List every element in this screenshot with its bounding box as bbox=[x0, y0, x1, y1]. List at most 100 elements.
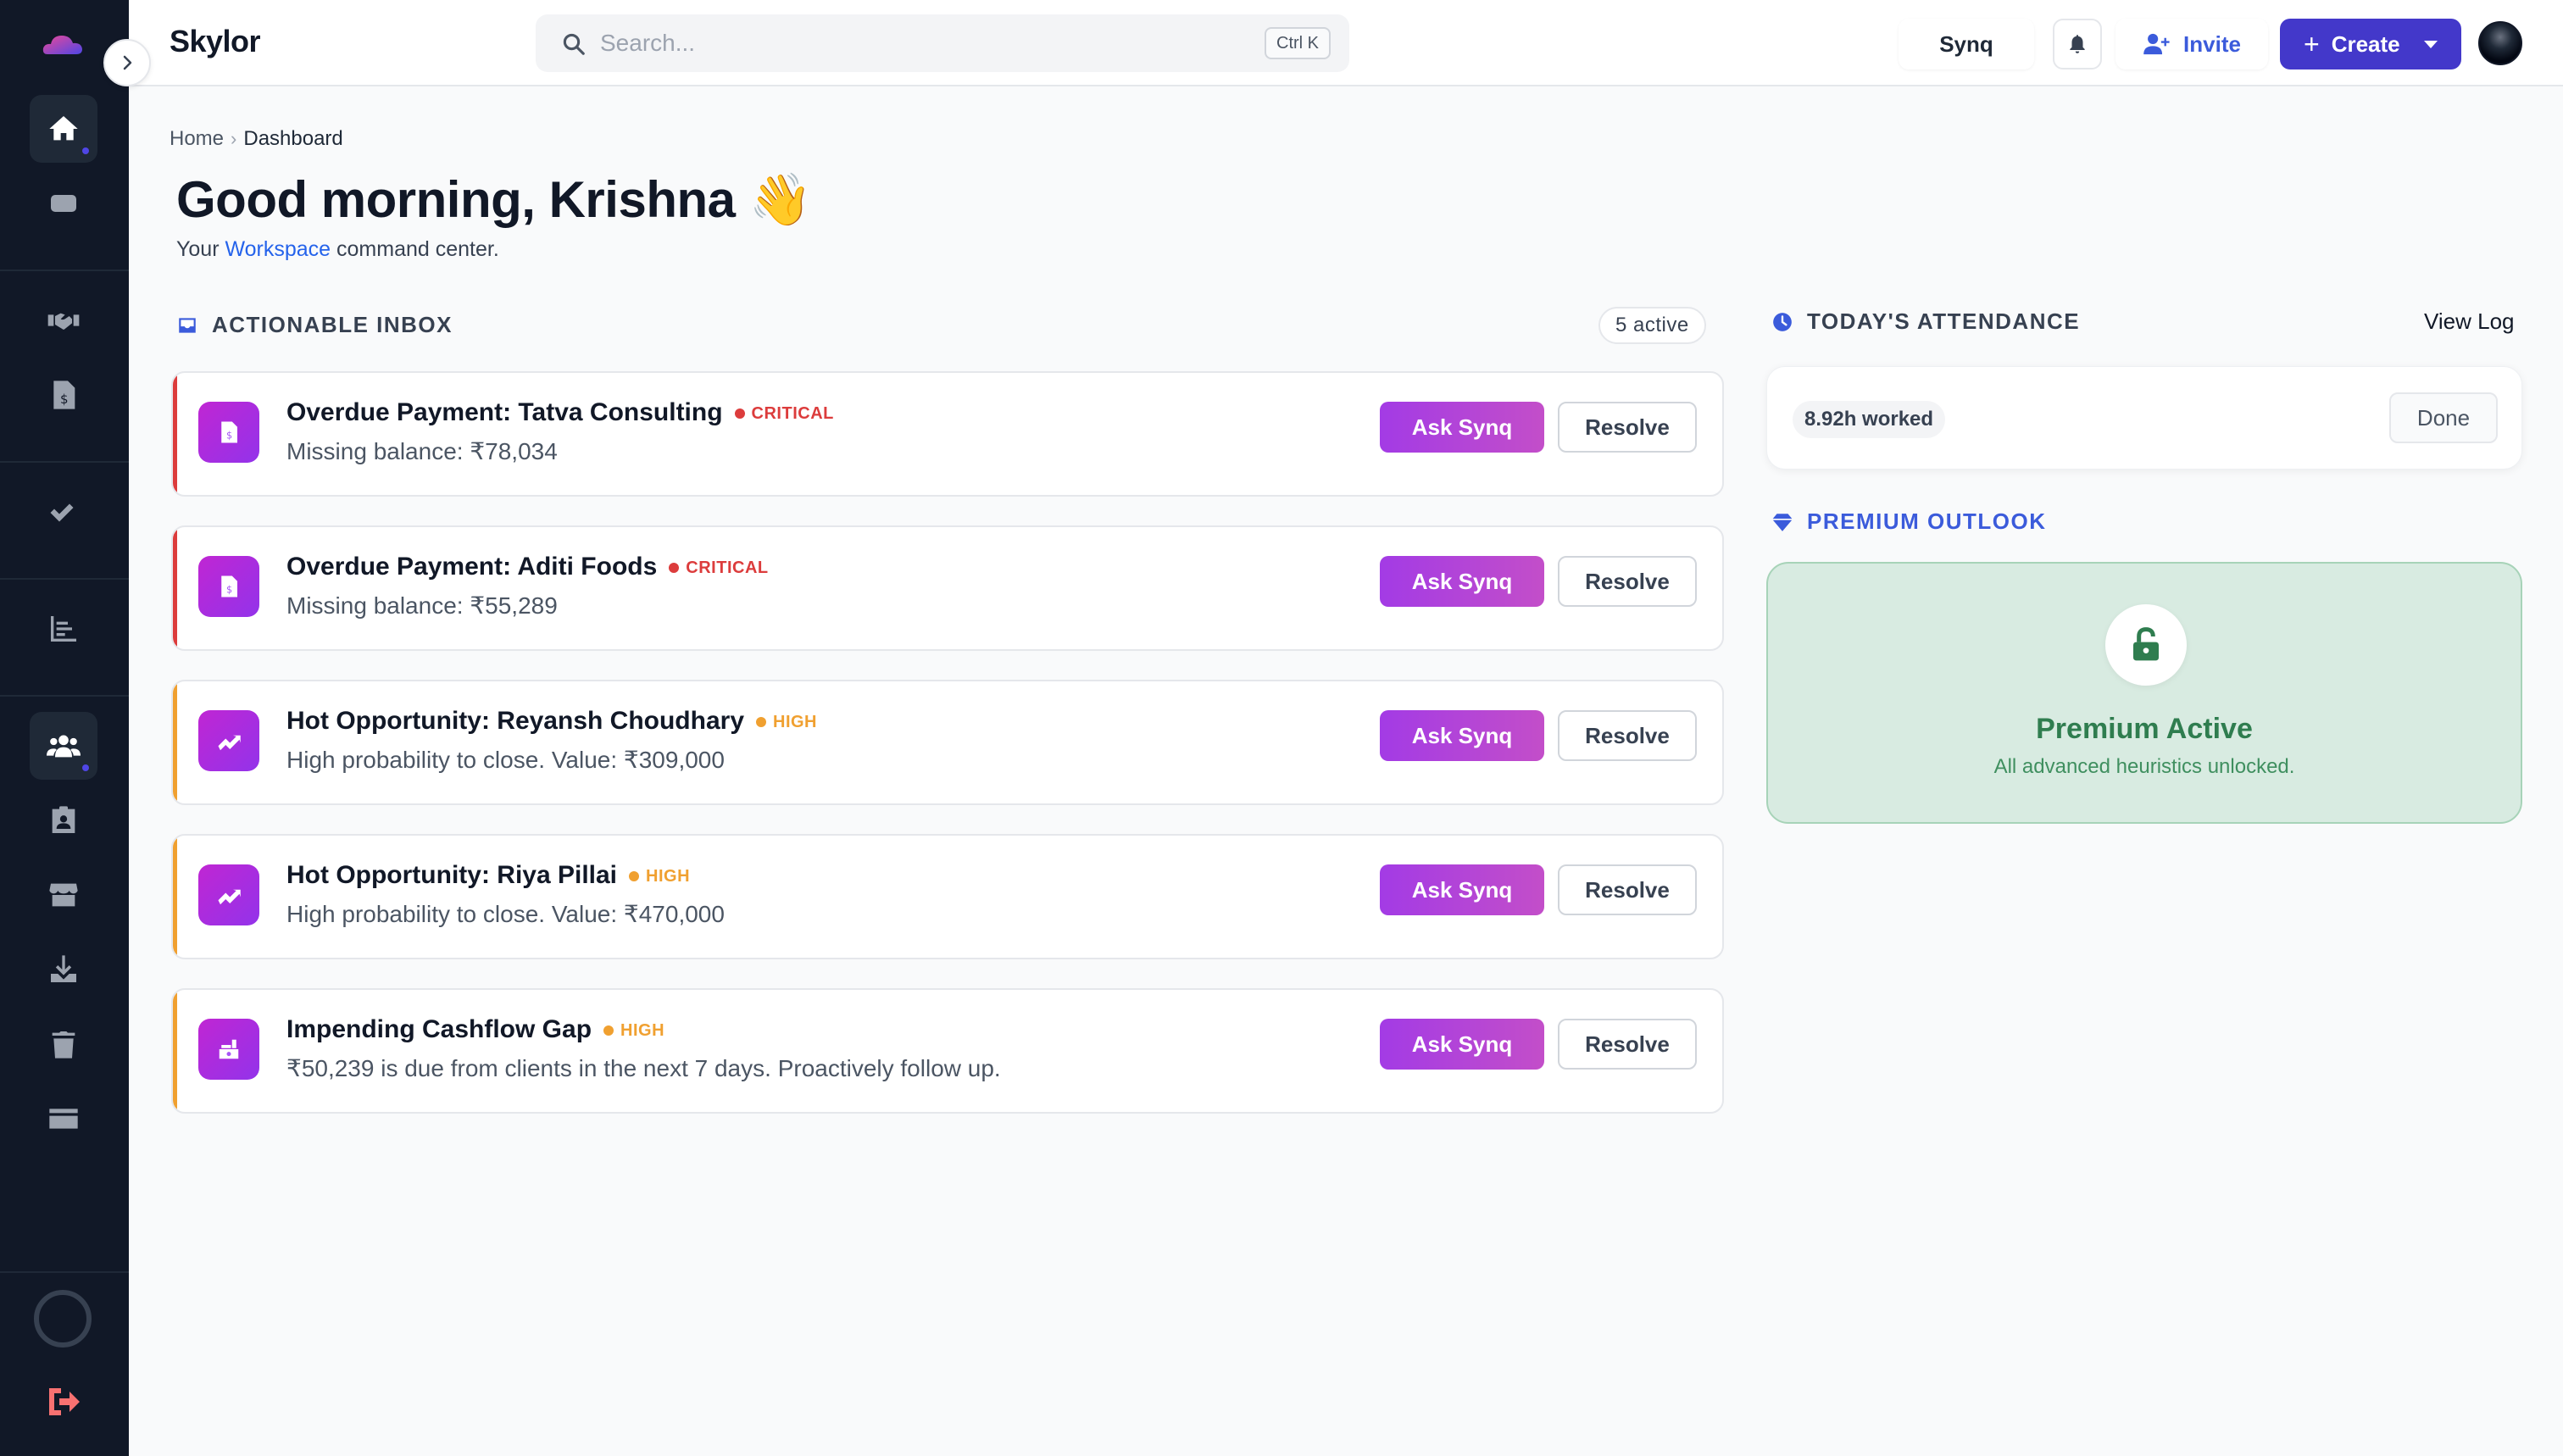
sidebar-item-store[interactable] bbox=[30, 861, 97, 929]
inbox-icon bbox=[179, 317, 196, 333]
sidebar-item-downloads[interactable] bbox=[30, 936, 97, 1003]
page-subtitle: Your Workspace command center. bbox=[176, 237, 499, 261]
ask-synq-button[interactable]: Ask Synq bbox=[1380, 864, 1544, 915]
store-icon bbox=[49, 883, 78, 907]
download-icon bbox=[51, 955, 76, 982]
create-label: Create bbox=[2331, 31, 2400, 57]
inbox-card-description: ₹50,239 is due from clients in the next … bbox=[286, 1055, 1001, 1081]
priority-badge: CRITICAL bbox=[734, 404, 834, 424]
priority-badge: CRITICAL bbox=[669, 559, 768, 578]
inbox-card: $ Overdue Payment: Aditi Foods CRITICAL M… bbox=[171, 525, 1724, 651]
done-button[interactable]: Done bbox=[2389, 392, 2498, 443]
priority-badge: HIGH bbox=[629, 867, 690, 886]
search-shortcut-hint: Ctrl K bbox=[1265, 27, 1331, 59]
invite-label: Invite bbox=[2183, 31, 2241, 57]
resolve-button[interactable]: Resolve bbox=[1558, 402, 1697, 453]
sidebar-item-home[interactable] bbox=[30, 95, 97, 163]
inbox-card-description: Missing balance: ₹55,289 bbox=[286, 592, 558, 619]
attendance-card: 8.92h worked Done bbox=[1766, 366, 2522, 470]
premium-heading: PREMIUM OUTLOOK bbox=[1771, 508, 2047, 535]
workspace-link[interactable]: Workspace bbox=[225, 237, 331, 261]
attendance-heading: TODAY'S ATTENDANCE bbox=[1771, 308, 2080, 335]
inbox-card: Impending Cashflow Gap HIGH ₹50,239 is du… bbox=[171, 988, 1724, 1114]
create-button[interactable]: + Create bbox=[2280, 19, 2461, 69]
inbox-card: $ Overdue Payment: Tatva Consulting CRITI… bbox=[171, 371, 1724, 497]
sidebar-item-deals[interactable] bbox=[30, 286, 97, 354]
search-input[interactable] bbox=[600, 26, 1193, 60]
premium-card: Premium Active All advanced heuristics u… bbox=[1766, 562, 2522, 824]
inbox-card-description: High probability to close. Value: ₹309,0… bbox=[286, 747, 725, 773]
user-avatar[interactable] bbox=[2478, 21, 2522, 65]
inbox-card-description: Missing balance: ₹78,034 bbox=[286, 438, 558, 464]
clock-icon bbox=[1773, 312, 1792, 331]
sidebar-item-reports[interactable] bbox=[30, 595, 97, 663]
resolve-button[interactable]: Resolve bbox=[1558, 556, 1697, 607]
sidebar-item-billing[interactable] bbox=[30, 1085, 97, 1153]
ask-synq-button[interactable]: Ask Synq bbox=[1380, 710, 1544, 761]
synq-button[interactable]: Synq bbox=[1899, 19, 2034, 69]
trend-up-icon bbox=[198, 864, 259, 925]
hours-worked-badge: 8.92h worked bbox=[1793, 401, 1946, 438]
chevron-right-icon bbox=[123, 55, 132, 70]
trend-up-icon bbox=[198, 710, 259, 771]
inbox-card-title: Hot Opportunity: Reyansh Choudhary HIGH bbox=[286, 707, 817, 735]
ask-synq-button[interactable]: Ask Synq bbox=[1380, 1019, 1544, 1070]
breadcrumb-current: Dashboard bbox=[243, 127, 343, 150]
inbox-card-title: Overdue Payment: Tatva Consulting CRITICA… bbox=[286, 398, 834, 426]
ask-synq-button[interactable]: Ask Synq bbox=[1380, 556, 1544, 607]
loading-ring-icon bbox=[34, 1290, 92, 1348]
bar-chart-icon bbox=[51, 616, 76, 642]
ask-synq-button[interactable]: Ask Synq bbox=[1380, 402, 1544, 453]
breadcrumb-home-link[interactable]: Home bbox=[170, 127, 224, 151]
breadcrumb: Home › Dashboard bbox=[170, 127, 343, 151]
resolve-button[interactable]: Resolve bbox=[1558, 864, 1697, 915]
inbox-card: Hot Opportunity: Riya Pillai HIGH High pr… bbox=[171, 834, 1724, 959]
inbox-card-title: Impending Cashflow Gap HIGH bbox=[286, 1015, 665, 1043]
search-bar[interactable]: Ctrl K bbox=[536, 14, 1349, 72]
sidebar-item-contacts[interactable] bbox=[30, 786, 97, 854]
cash-register-icon bbox=[198, 1019, 259, 1080]
handshake-icon bbox=[47, 313, 80, 330]
greeting-text: Good morning, Krishna bbox=[176, 171, 736, 228]
inbox-card-title: Hot Opportunity: Riya Pillai HIGH bbox=[286, 861, 691, 889]
sidebar-collapse-button[interactable] bbox=[103, 39, 151, 86]
plus-icon: + bbox=[2304, 29, 2320, 59]
inbox-card: Hot Opportunity: Reyansh Choudhary HIGH H… bbox=[171, 680, 1724, 805]
user-plus-icon bbox=[2143, 33, 2170, 55]
skylor-logo-icon[interactable] bbox=[41, 27, 85, 59]
sidebar: $ bbox=[0, 0, 129, 1456]
users-icon bbox=[47, 735, 81, 758]
wave-emoji-icon: 👋 bbox=[748, 171, 813, 228]
premium-title: Premium Active bbox=[2036, 713, 2253, 745]
search-icon bbox=[563, 33, 585, 55]
svg-text:$: $ bbox=[226, 431, 232, 442]
inbox-heading: ACTIONABLE INBOX bbox=[176, 312, 453, 338]
active-count-badge: 5 active bbox=[1598, 307, 1706, 344]
resolve-button[interactable]: Resolve bbox=[1558, 1019, 1697, 1070]
notifications-button[interactable] bbox=[2053, 19, 2102, 69]
trash-icon bbox=[52, 1031, 75, 1059]
sidebar-item-inbox[interactable] bbox=[30, 169, 97, 237]
page-title: Good morning, Krishna 👋 bbox=[176, 169, 812, 230]
sidebar-item-trash[interactable] bbox=[30, 1010, 97, 1078]
invite-button[interactable]: Invite bbox=[2115, 19, 2268, 69]
priority-badge: HIGH bbox=[603, 1021, 664, 1041]
premium-subtitle: All advanced heuristics unlocked. bbox=[1993, 755, 2295, 778]
sidebar-item-tasks[interactable] bbox=[30, 478, 97, 546]
unlock-icon bbox=[2105, 604, 2187, 686]
topbar: Skylor Ctrl K Synq Invite + Create bbox=[129, 0, 2563, 86]
caret-down-icon bbox=[2424, 41, 2438, 48]
logout-icon[interactable] bbox=[42, 1381, 83, 1422]
view-log-link[interactable]: View Log bbox=[2424, 308, 2515, 335]
invoice-dollar-icon: $ bbox=[198, 402, 259, 463]
resolve-button[interactable]: Resolve bbox=[1558, 710, 1697, 761]
inbox-card-description: High probability to close. Value: ₹470,0… bbox=[286, 901, 725, 927]
home-icon bbox=[49, 116, 78, 141]
priority-badge: HIGH bbox=[756, 713, 817, 732]
svg-text:$: $ bbox=[60, 392, 69, 407]
gem-icon bbox=[1772, 513, 1793, 531]
inbox-card-title: Overdue Payment: Aditi Foods CRITICAL bbox=[286, 553, 769, 581]
sidebar-item-invoices[interactable]: $ bbox=[30, 361, 97, 429]
invoice-dollar-icon: $ bbox=[198, 556, 259, 617]
sidebar-item-people[interactable] bbox=[30, 712, 97, 780]
